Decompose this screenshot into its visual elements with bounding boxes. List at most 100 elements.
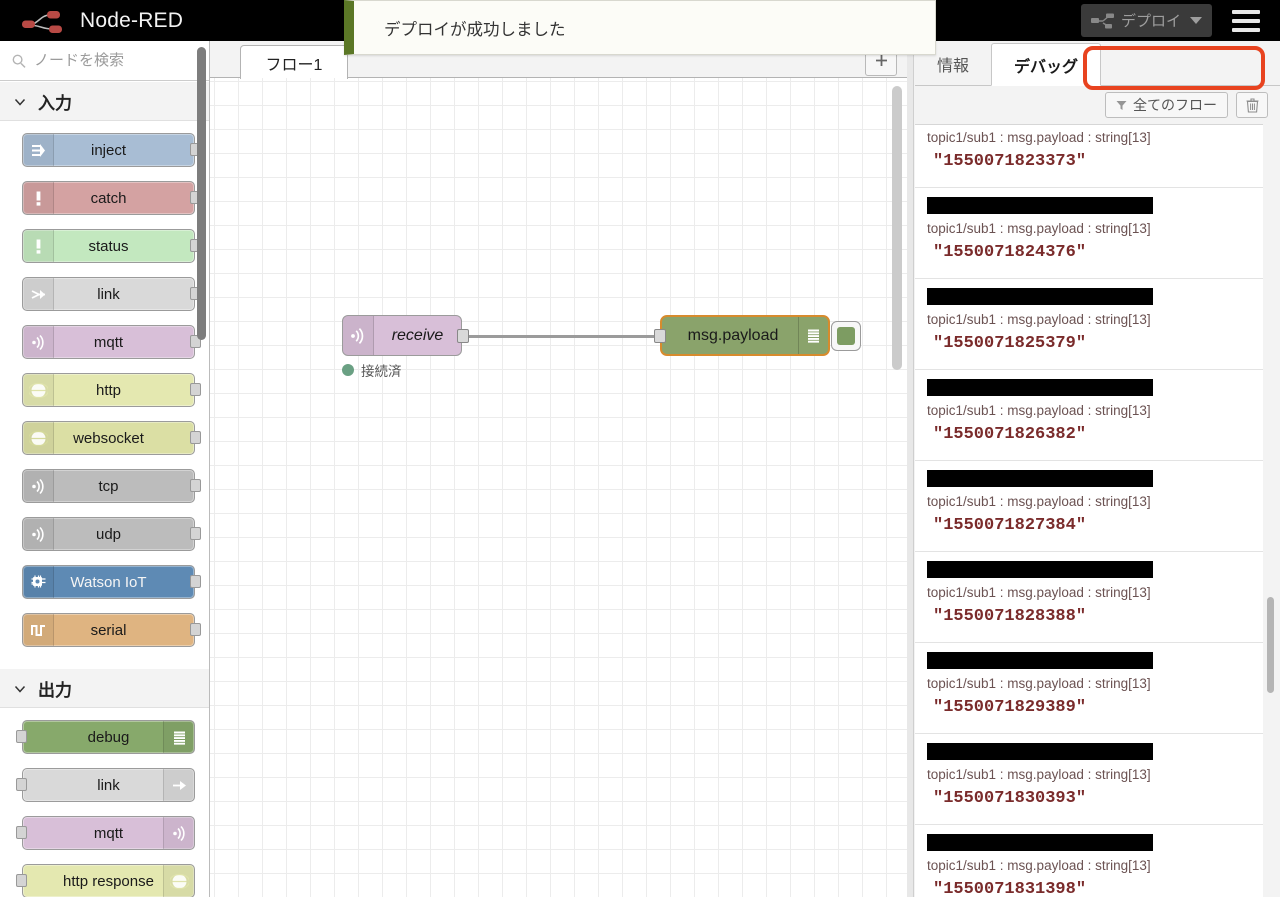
palette-node-websocket-in[interactable]: websocket <box>22 421 201 455</box>
debug-message[interactable]: topic1/sub1 : msg.payload : string[13] "… <box>915 643 1263 734</box>
wifi-wave-icon <box>23 470 54 502</box>
menu-bar-1 <box>1232 10 1260 14</box>
brand: Node-RED <box>22 0 183 41</box>
debug-message-meta: topic1/sub1 : msg.payload : string[13] <box>927 494 1151 509</box>
sidebar-resize-handle[interactable] <box>907 41 914 897</box>
globe-icon <box>163 865 194 897</box>
debug-panel-scrollbar[interactable] <box>1267 597 1274 693</box>
debug-message-value: "1550071828388" <box>933 607 1087 626</box>
debug-message[interactable]: topic1/sub1 : msg.payload : string[13] "… <box>915 370 1263 461</box>
palette-node-udp-in[interactable]: udp <box>22 517 201 551</box>
palette-node-mqtt-out[interactable]: mqtt <box>16 816 195 850</box>
deploy-button[interactable]: デプロイ <box>1080 4 1212 37</box>
canvas-vertical-scrollbar[interactable] <box>892 86 902 370</box>
canvas-node-debug[interactable]: msg.payload <box>654 315 861 356</box>
flow-tab-1[interactable]: フロー1 <box>240 45 348 79</box>
deploy-label: デプロイ <box>1120 13 1181 30</box>
debug-filter-button[interactable]: 全てのフロー <box>1105 92 1228 118</box>
flow-wire[interactable] <box>462 335 660 338</box>
debug-message-value: "1550071826382" <box>933 425 1087 444</box>
palette-search-row[interactable] <box>0 41 209 81</box>
alert-bang-icon <box>23 182 54 214</box>
search-icon <box>12 54 26 68</box>
palette-category-input[interactable]: 入力 <box>0 82 209 121</box>
debug-message[interactable]: topic1/sub1 : msg.payload : string[13] "… <box>915 734 1263 825</box>
palette-node-label: tcp <box>98 477 119 495</box>
deploy-nodes-icon <box>1090 13 1114 29</box>
debug-node-toggle-button[interactable] <box>831 320 861 351</box>
node-output-port[interactable] <box>190 431 201 444</box>
trash-icon <box>1246 97 1259 113</box>
palette-node-label: catch <box>90 189 127 207</box>
debug-message[interactable]: topic1/sub1 : msg.payload : string[13] "… <box>915 125 1263 188</box>
debug-message-value: "1550071825379" <box>933 334 1087 353</box>
palette-node-link-in[interactable]: link <box>22 277 201 311</box>
debug-timestamp-redacted <box>927 197 1153 214</box>
palette-node-link-out[interactable]: link <box>16 768 195 802</box>
debug-clear-button[interactable] <box>1236 92 1268 118</box>
deploy-notification-toast[interactable]: デプロイが成功しました <box>344 0 936 55</box>
debug-timestamp-redacted <box>927 470 1153 487</box>
canvas-node-label: receive <box>391 326 444 344</box>
palette-node-catch[interactable]: catch <box>22 181 201 215</box>
palette-node-mqtt-in[interactable]: mqtt <box>22 325 201 359</box>
debug-message-value: "1550071827384" <box>933 516 1087 535</box>
debug-message[interactable]: topic1/sub1 : msg.payload : string[13] "… <box>915 279 1263 370</box>
palette-node-inject[interactable]: inject <box>22 133 201 167</box>
chevron-down-icon[interactable] <box>1190 17 1202 24</box>
palette-node-tcp-in[interactable]: tcp <box>22 469 201 503</box>
tab-debug[interactable]: デバッグ <box>991 43 1102 86</box>
node-output-port[interactable] <box>190 575 201 588</box>
hamburger-menu-icon[interactable] <box>1232 10 1260 32</box>
palette-node-http-response[interactable]: http response <box>16 864 195 897</box>
flow-canvas[interactable]: receive 接続済 msg.payload <box>210 78 907 897</box>
debug-message[interactable]: topic1/sub1 : msg.payload : string[13] "… <box>915 461 1263 552</box>
globe-icon <box>23 374 54 406</box>
node-output-port[interactable] <box>190 479 201 492</box>
node-input-port[interactable] <box>16 778 27 791</box>
palette-node-label: websocket <box>73 429 144 447</box>
palette-node-http-in[interactable]: http <box>22 373 201 407</box>
debug-message-list[interactable]: topic1/sub1 : msg.payload : string[13] "… <box>915 124 1263 897</box>
debug-timestamp-redacted <box>927 652 1153 669</box>
palette-node-status[interactable]: status <box>22 229 201 263</box>
wifi-wave-icon <box>343 316 374 355</box>
debug-message[interactable]: topic1/sub1 : msg.payload : string[13] "… <box>915 552 1263 643</box>
debug-message-value: "1550071829389" <box>933 698 1087 717</box>
debug-timestamp-redacted <box>927 379 1153 396</box>
node-input-port[interactable] <box>654 328 666 343</box>
deploy-notification-text: デプロイが成功しました <box>384 20 566 39</box>
flow-tab-label: フロー1 <box>265 56 323 74</box>
debug-message-meta: topic1/sub1 : msg.payload : string[13] <box>927 585 1151 600</box>
square-wave-icon <box>23 614 54 646</box>
node-input-port[interactable] <box>16 874 27 887</box>
palette-category-output[interactable]: 出力 <box>0 669 209 708</box>
toggle-active-indicator <box>837 326 855 345</box>
node-input-port[interactable] <box>16 826 27 839</box>
chevron-down-icon <box>14 95 26 107</box>
palette-node-debug[interactable]: debug <box>16 720 195 754</box>
palette-node-label: Watson IoT <box>70 573 147 591</box>
debug-filter-label: 全てのフロー <box>1133 97 1217 113</box>
node-output-port[interactable] <box>457 328 469 343</box>
link-in-icon <box>23 278 54 310</box>
node-input-port[interactable] <box>16 730 27 743</box>
wifi-wave-icon <box>23 326 54 358</box>
debug-message-value: "1550071824376" <box>933 243 1087 262</box>
palette-node-label: http response <box>63 872 154 890</box>
debug-message-value: "1550071823373" <box>933 152 1087 171</box>
node-output-port[interactable] <box>190 527 201 540</box>
debug-timestamp-redacted <box>927 561 1153 578</box>
debug-message[interactable]: topic1/sub1 : msg.payload : string[13] "… <box>915 825 1263 897</box>
palette-scrollbar[interactable] <box>197 47 206 340</box>
node-output-port[interactable] <box>190 623 201 636</box>
plus-icon <box>875 54 888 67</box>
debug-message[interactable]: topic1/sub1 : msg.payload : string[13] "… <box>915 188 1263 279</box>
node-output-port[interactable] <box>190 383 201 396</box>
palette-node-serial-in[interactable]: serial <box>22 613 201 647</box>
palette-node-watson-iot[interactable]: Watson IoT <box>22 565 201 599</box>
canvas-node-mqtt-receive[interactable]: receive <box>342 315 469 356</box>
search-input[interactable] <box>34 52 184 69</box>
globe-icon <box>23 422 54 454</box>
menu-bar-3 <box>1232 28 1260 32</box>
